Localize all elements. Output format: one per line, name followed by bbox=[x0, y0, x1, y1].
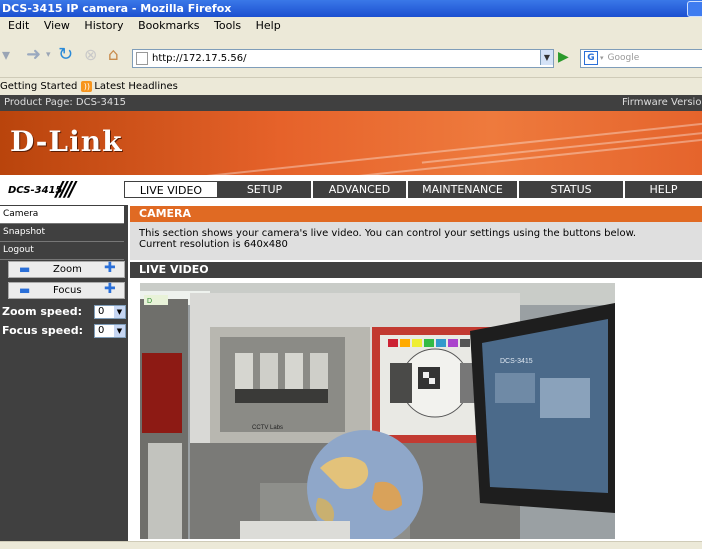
camera-description-line-2: Current resolution is 640x480 bbox=[139, 239, 288, 250]
banner-stripe bbox=[181, 120, 702, 175]
swatch bbox=[412, 339, 422, 347]
sidebar-item-logout[interactable]: Logout bbox=[0, 242, 124, 260]
telephone bbox=[240, 521, 350, 539]
menu-history[interactable]: History bbox=[84, 19, 123, 32]
search-engine-dropdown-icon[interactable]: ▾ bbox=[600, 54, 604, 62]
address-bar[interactable]: http://172.17.5.56/ bbox=[132, 49, 554, 68]
menu-help[interactable]: Help bbox=[256, 19, 281, 32]
monitor-text: DCS-3415 bbox=[500, 358, 533, 365]
swatch bbox=[460, 339, 470, 347]
search-input[interactable]: G ▾ Google bbox=[580, 49, 702, 68]
menu-bar: Edit View History Bookmarks Tools Help bbox=[0, 17, 702, 35]
bookmark-latest-headlines[interactable]: Latest Headlines bbox=[94, 81, 178, 92]
sidebar: Camera Snapshot Logout ▬ Zoom ✚ ▬ Focus … bbox=[0, 205, 128, 541]
pattern-block bbox=[390, 363, 412, 403]
camera-section-header: CAMERA bbox=[130, 206, 702, 222]
stop-icon[interactable]: ⊗ bbox=[84, 45, 97, 65]
menu-edit[interactable]: Edit bbox=[8, 19, 29, 32]
red-poster bbox=[142, 353, 182, 433]
sidebar-item-camera[interactable]: Camera bbox=[0, 206, 124, 224]
dlink-logo: D-Link bbox=[10, 125, 123, 158]
chevron-down-icon: ▼ bbox=[114, 325, 125, 337]
search-placeholder: Google bbox=[607, 53, 640, 63]
forward-dropdown-icon[interactable]: ▾ bbox=[46, 45, 51, 65]
focus-speed-label: Focus speed: bbox=[2, 324, 83, 337]
zoom-out-icon[interactable]: ▬ bbox=[19, 262, 30, 277]
chevron-down-icon: ▼ bbox=[114, 306, 125, 318]
zoom-control: ▬ Zoom ✚ bbox=[8, 261, 125, 278]
reload-icon[interactable]: ↻ bbox=[58, 45, 73, 65]
tab-setup[interactable]: SETUP bbox=[218, 181, 313, 198]
page-icon bbox=[136, 52, 148, 65]
swatch bbox=[400, 339, 410, 347]
tab-advanced[interactable]: ADVANCED bbox=[313, 181, 408, 198]
zoom-speed-value: 0 bbox=[98, 306, 105, 317]
tab-row: DCS-3415 //// LIVE VIDEO SETUP ADVANCED … bbox=[0, 175, 702, 205]
video-scene: CCTV Labs DCS-3415 D bbox=[140, 283, 615, 539]
go-icon[interactable]: ▶ bbox=[558, 49, 569, 65]
model-badge: DCS-3415 //// bbox=[0, 175, 124, 205]
brand-banner: D-Link bbox=[0, 111, 702, 175]
tab-live-video[interactable]: LIVE VIDEO bbox=[124, 181, 218, 198]
address-dropdown-button[interactable]: ▼ bbox=[540, 50, 553, 65]
product-page-label: Product Page: DCS-3415 bbox=[4, 97, 126, 108]
chart-band bbox=[235, 389, 328, 403]
swatch bbox=[424, 339, 434, 347]
window-minimize-button[interactable] bbox=[687, 1, 702, 17]
zoom-speed-row: Zoom speed: 0 ▼ bbox=[2, 305, 126, 319]
camera-section-title: CAMERA bbox=[139, 207, 192, 220]
live-video-header: LIVE VIDEO bbox=[130, 262, 702, 278]
swatch bbox=[448, 339, 458, 347]
focus-speed-value: 0 bbox=[98, 325, 105, 336]
tab-maintenance[interactable]: MAINTENANCE bbox=[408, 181, 519, 198]
bookmark-getting-started[interactable]: Getting Started bbox=[0, 81, 77, 92]
google-icon[interactable]: G bbox=[584, 51, 598, 65]
model-label: DCS-3415 bbox=[8, 185, 63, 196]
rss-feed-icon: )) bbox=[81, 80, 93, 92]
chart-caption: CCTV Labs bbox=[252, 425, 283, 431]
focus-far-icon[interactable]: ✚ bbox=[104, 282, 116, 297]
product-bar: Product Page: DCS-3415 Firmware Version:… bbox=[0, 95, 702, 111]
swatch bbox=[436, 339, 446, 347]
screen-window bbox=[495, 373, 535, 403]
tab-help[interactable]: HELP bbox=[625, 181, 702, 198]
model-slashes-icon: //// bbox=[56, 177, 76, 201]
corner-tag-text: D bbox=[147, 298, 152, 305]
focus-control: ▬ Focus ✚ bbox=[8, 282, 125, 299]
address-url: http://172.17.5.56/ bbox=[152, 53, 247, 64]
menu-bookmarks[interactable]: Bookmarks bbox=[138, 19, 199, 32]
tab-status[interactable]: STATUS bbox=[519, 181, 625, 198]
focus-speed-row: Focus speed: 0 ▼ bbox=[2, 324, 126, 338]
zoom-speed-select[interactable]: 0 ▼ bbox=[94, 305, 126, 319]
focus-near-icon[interactable]: ▬ bbox=[19, 283, 30, 298]
forward-arrow-icon[interactable]: ➜ bbox=[26, 45, 41, 65]
home-icon[interactable]: ⌂ bbox=[108, 45, 119, 65]
firmware-version-label: Firmware Version: 1.0 bbox=[622, 97, 702, 108]
focus-speed-select[interactable]: 0 ▼ bbox=[94, 324, 126, 338]
camera-description-panel: This section shows your camera's live vi… bbox=[130, 222, 702, 260]
screen-window bbox=[540, 378, 590, 418]
live-video-title: LIVE VIDEO bbox=[139, 263, 209, 276]
camera-description-line-1: This section shows your camera's live vi… bbox=[139, 228, 637, 239]
sidebar-item-snapshot[interactable]: Snapshot bbox=[0, 224, 124, 242]
navigation-toolbar: ▾ ➜ ▾ ↻ ⊗ ⌂ http://172.17.5.56/ ▼ ▶ G ▾ Go… bbox=[0, 35, 702, 78]
zoom-in-icon[interactable]: ✚ bbox=[104, 261, 116, 276]
menu-view[interactable]: View bbox=[44, 19, 70, 32]
swatch bbox=[388, 339, 398, 347]
left-shelf bbox=[148, 443, 182, 539]
live-video-stream[interactable]: CCTV Labs DCS-3415 D bbox=[140, 283, 615, 539]
window-title: DCS-3415 IP camera - Mozilla Firefox bbox=[2, 2, 232, 15]
back-dropdown-icon[interactable]: ▾ bbox=[2, 45, 10, 65]
focus-label: Focus bbox=[53, 285, 82, 296]
zoom-speed-label: Zoom speed: bbox=[2, 305, 82, 318]
menu-tools[interactable]: Tools bbox=[214, 19, 241, 32]
zoom-label: Zoom bbox=[53, 264, 82, 275]
bookmarks-toolbar: Getting Started)) Latest Headlines bbox=[0, 78, 702, 95]
window-title-bar: DCS-3415 IP camera - Mozilla Firefox bbox=[0, 0, 702, 17]
